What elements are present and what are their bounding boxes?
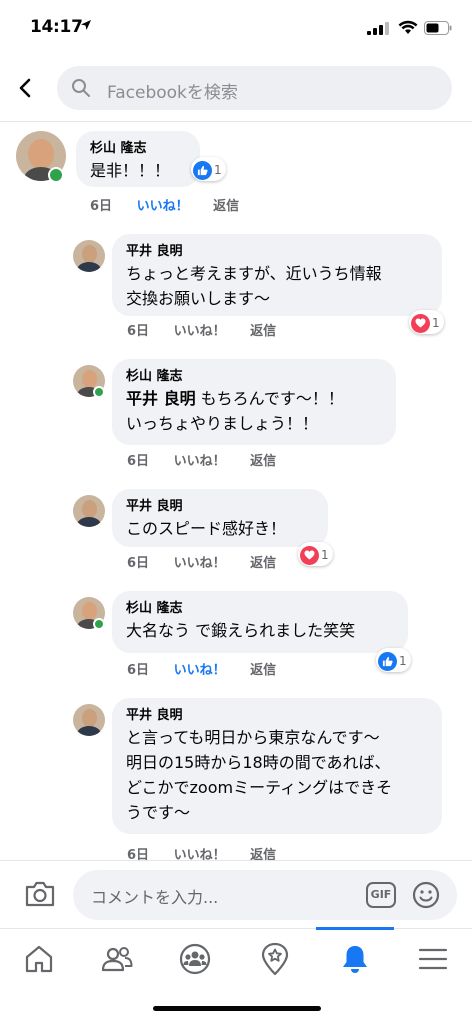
menu-icon	[418, 948, 448, 970]
reaction-summary[interactable]: 1	[298, 542, 333, 566]
comment-bubble[interactable]: 杉山 隆志 平井 良明 もちろんです〜！！ いっちょやりましょう！！	[112, 359, 396, 445]
like-button[interactable]: いいね！	[174, 552, 226, 571]
comment-bubble[interactable]: 平井 良明 このスピード感好き！	[112, 489, 328, 547]
wifi-icon	[398, 20, 418, 34]
like-button[interactable]: いいね！	[174, 450, 226, 469]
battery-icon	[424, 21, 452, 35]
online-status-dot	[48, 167, 64, 183]
tab-groups[interactable]	[156, 929, 234, 989]
reply-button[interactable]: 返信	[250, 552, 276, 571]
reaction-count: 1	[214, 163, 222, 177]
online-status-dot	[93, 386, 105, 398]
comment-actions: 6日 いいね！ 返信	[127, 552, 296, 571]
comment-author[interactable]: 平井 良明	[126, 243, 428, 261]
home-indicator[interactable]	[153, 1006, 321, 1011]
reply-button[interactable]: 返信	[250, 659, 276, 678]
groups-icon	[179, 943, 211, 975]
search-icon	[72, 79, 90, 97]
reaction-summary[interactable]: 1	[376, 648, 411, 672]
comment-actions: 6日 いいね！ 返信	[127, 320, 296, 339]
camera-icon[interactable]	[24, 880, 56, 908]
reaction-count: 1	[321, 548, 329, 562]
comment-text: と言っても明日から東京なんです〜 明日の15時から18時の間であれば、 どこかで…	[126, 728, 393, 822]
search-placeholder: Facebookを検索	[107, 83, 238, 103]
comment-author[interactable]: 杉山 隆志	[126, 368, 382, 386]
comment-timestamp: 6日	[127, 454, 150, 469]
like-button[interactable]: いいね！	[137, 195, 189, 214]
comment-author[interactable]: 杉山 隆志	[126, 600, 394, 618]
online-status-dot	[93, 618, 105, 630]
comment-author[interactable]: 平井 良明	[126, 707, 428, 725]
cellular-signal-icon	[367, 22, 389, 35]
comment-text: 大名なう で鍛えられました笑笑	[126, 621, 356, 640]
gif-button[interactable]: GIF	[366, 882, 396, 908]
comment-actions: 6日 いいね！ 返信	[90, 195, 259, 214]
comment-timestamp: 6日	[127, 663, 150, 678]
pages-icon	[261, 942, 289, 976]
tab-pages[interactable]	[236, 929, 314, 989]
comment-actions: 6日 いいね！ 返信	[127, 450, 296, 469]
reaction-summary[interactable]: 1	[191, 157, 226, 181]
notifications-icon	[343, 946, 367, 973]
tab-home[interactable]	[0, 929, 78, 989]
tab-menu[interactable]	[394, 929, 472, 989]
reply-button[interactable]: 返信	[250, 450, 276, 469]
tab-friends[interactable]	[78, 929, 156, 989]
location-arrow-icon	[81, 20, 91, 30]
friends-icon	[101, 947, 133, 972]
search-input[interactable]: Facebookを検索	[57, 66, 452, 110]
comment-actions: 6日 いいね！ 返信	[127, 659, 296, 678]
tab-notifications[interactable]	[316, 927, 394, 989]
like-reaction-icon	[378, 651, 397, 671]
comment-text: このスピード感好き！	[126, 519, 287, 538]
comment-text: ちょっと考えますが、近いうち情報 交換お願いします〜	[126, 264, 382, 308]
comment-bubble[interactable]: 平井 良明 ちょっと考えますが、近いうち情報 交換お願いします〜	[112, 234, 442, 316]
reply-button[interactable]: 返信	[250, 320, 276, 339]
status-bar: 14:17	[0, 0, 472, 56]
reaction-count: 1	[399, 654, 407, 668]
comment-composer: コメントを入力... GIF	[0, 860, 472, 928]
comment-bubble[interactable]: 杉山 隆志 是非！！！	[76, 131, 200, 187]
comment-timestamp: 6日	[127, 324, 150, 339]
reply-button[interactable]: 返信	[213, 195, 239, 214]
avatar[interactable]	[73, 240, 105, 272]
emoji-icon[interactable]	[412, 881, 440, 909]
tab-bar	[0, 927, 472, 989]
reaction-count: 1	[432, 316, 440, 330]
comment-author[interactable]: 平井 良明	[126, 498, 314, 516]
comment-text: 是非！！！	[90, 161, 171, 180]
like-button[interactable]: いいね！	[174, 659, 226, 678]
back-chevron-icon[interactable]	[14, 76, 38, 100]
comment-bubble[interactable]: 平井 良明 と言っても明日から東京なんです〜 明日の15時から18時の間であれば…	[112, 698, 442, 834]
like-button[interactable]: いいね！	[174, 320, 226, 339]
comment-input[interactable]: コメントを入力... GIF	[73, 870, 457, 920]
love-reaction-icon	[411, 313, 430, 333]
search-header: Facebookを検索	[0, 56, 472, 122]
home-icon	[25, 945, 53, 973]
status-time: 14:17	[30, 17, 83, 37]
avatar[interactable]	[73, 495, 105, 527]
comment-input-placeholder: コメントを入力...	[91, 888, 219, 907]
reaction-summary[interactable]: 1	[409, 310, 444, 334]
comment-author[interactable]: 杉山 隆志	[90, 140, 186, 158]
like-reaction-icon	[193, 160, 212, 180]
comment-text: 平井 良明 もちろんです〜！！ いっちょやりましょう！！	[126, 386, 382, 436]
comment-timestamp: 6日	[90, 199, 113, 214]
comment-timestamp: 6日	[127, 556, 150, 571]
love-reaction-icon	[300, 545, 319, 565]
comment-bubble[interactable]: 杉山 隆志 大名なう で鍛えられました笑笑	[112, 591, 408, 653]
mention-link[interactable]: 平井 良明	[126, 389, 196, 408]
avatar[interactable]	[73, 704, 105, 736]
